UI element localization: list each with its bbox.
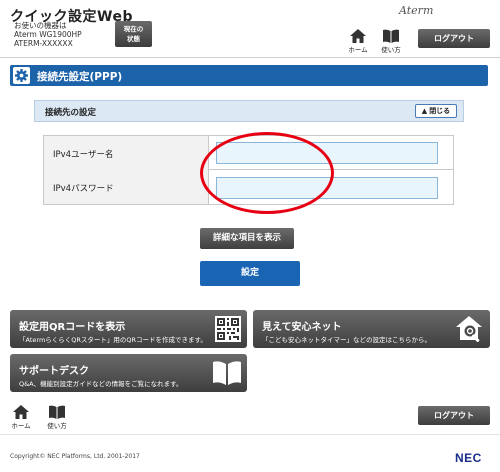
collapse-button[interactable]: ▲ 閉じる <box>415 104 457 118</box>
ipv4-password-label: IPv4パスワード <box>53 184 114 194</box>
book-icon <box>213 361 241 385</box>
header-divider <box>0 57 500 58</box>
annotation-circle <box>200 132 334 214</box>
footer-home-nav[interactable]: ホーム <box>10 405 32 430</box>
guide-nav[interactable]: 使い方 <box>380 29 402 54</box>
home-nav[interactable]: ホーム <box>347 29 369 54</box>
footer-logout-button[interactable]: ログアウト <box>418 406 490 425</box>
safety-card-description: 「こども安心ネットタイマー」などの設定はこちらから。 <box>262 336 431 344</box>
panel-title: 接続先の設定 <box>45 108 97 118</box>
qr-card-title: 設定用QRコードを表示 <box>19 322 126 333</box>
aterm-logo: Aterm <box>399 4 434 17</box>
qr-card-description: 「AtermらくらくQRスタート」用のQRコードを作成できます。 <box>19 336 207 344</box>
logout-button[interactable]: ログアウト <box>418 29 490 48</box>
support-card-description: Q&A、機能別設定ガイドなどの情報をご覧になれます。 <box>19 380 183 388</box>
qr-code-card[interactable]: 設定用QRコードを表示 「AtermらくらくQRスタート」用のQRコードを作成で… <box>10 310 247 348</box>
status-button-line1: 現在の <box>123 25 144 33</box>
footer-divider <box>0 434 500 435</box>
support-card-title: サポートデスク <box>19 366 89 377</box>
book-icon <box>49 405 65 419</box>
home-icon <box>350 29 366 43</box>
chevron-up-icon: ▲ <box>421 107 428 115</box>
qr-code-icon <box>215 316 241 342</box>
device-model: Aterm WG1900HP <box>14 30 82 39</box>
footer-guide-label: 使い方 <box>47 422 67 430</box>
status-button-line2: 状態 <box>127 35 140 43</box>
device-id: ATERM-XXXXXX <box>14 39 73 48</box>
home-nav-label: ホーム <box>348 46 368 54</box>
footer-guide-nav[interactable]: 使い方 <box>46 405 68 430</box>
section-title: 接続先設定(PPP) <box>37 71 123 83</box>
safety-net-card[interactable]: 見えて安心ネット 「こども安心ネットタイマー」などの設定はこちらから。 <box>253 310 490 348</box>
ipv4-username-label: IPv4ユーザー名 <box>53 150 114 160</box>
copyright-text: Copyright© NEC Platforms, Ltd. 2001-2017 <box>10 453 140 460</box>
submit-button[interactable]: 設定 <box>200 261 300 286</box>
guide-nav-label: 使い方 <box>381 46 401 54</box>
footer-home-label: ホーム <box>11 422 31 430</box>
home-icon <box>13 405 29 419</box>
connection-settings-panel <box>34 100 464 122</box>
nec-logo: NEC <box>455 451 482 465</box>
collapse-button-label: 閉じる <box>429 107 451 115</box>
device-label: お使いの機器は <box>14 21 67 30</box>
book-icon <box>383 29 399 43</box>
current-status-button[interactable]: 現在の 状態 <box>115 21 152 47</box>
show-details-button[interactable]: 詳細な項目を表示 <box>200 228 294 249</box>
safety-card-title: 見えて安心ネット <box>262 322 342 333</box>
support-desk-card[interactable]: サポートデスク Q&A、機能別設定ガイドなどの情報をご覧になれます。 <box>10 354 247 392</box>
home-magnifier-icon <box>456 316 482 342</box>
gear-icon <box>13 67 30 84</box>
